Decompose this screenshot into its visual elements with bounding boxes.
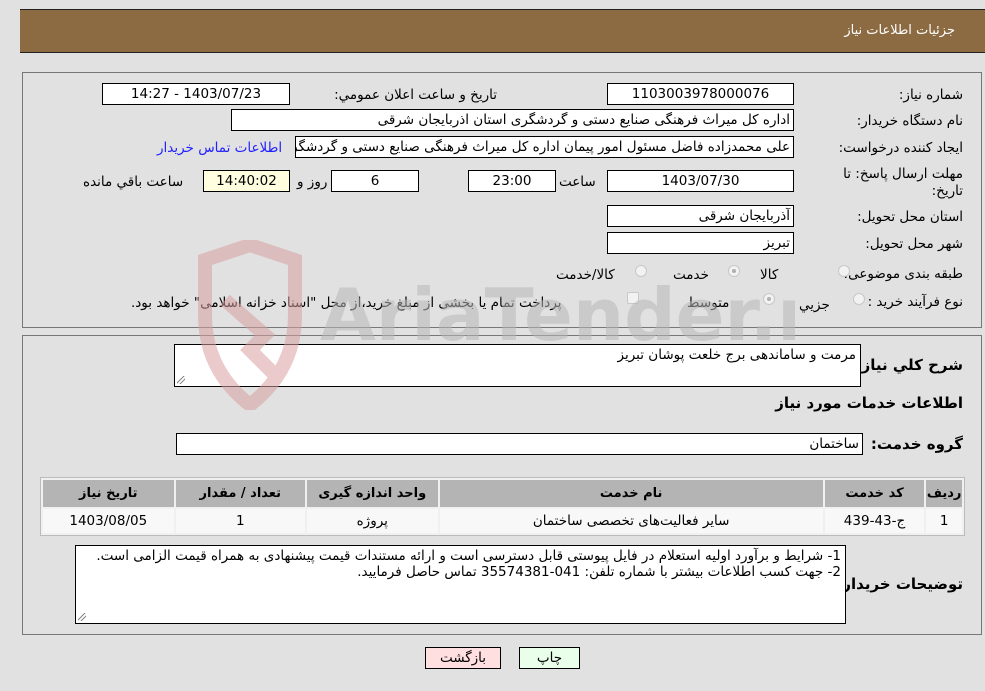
services-heading: اطلاعات خدمات مورد نیاز <box>775 394 963 412</box>
cell-unit: پروژه <box>307 509 438 533</box>
buyer-notes-textarea[interactable]: 1- شرایط و برآورد اولیه استعلام در فایل … <box>75 545 846 624</box>
cell-quantity: 1 <box>175 509 306 533</box>
buyer-notes-line-2: 2- جهت کسب اطلاعات بیشتر با شماره تلفن: … <box>357 564 841 580</box>
buyer-notes-label: توضیحات خریدار: <box>836 575 963 593</box>
days-label: روز و <box>297 174 328 190</box>
col-row-number: ردیف <box>926 480 962 507</box>
deadline-time-field: 23:00 <box>468 170 556 192</box>
cell-row-number: 1 <box>926 509 962 533</box>
description-label: شرح کلي نياز: <box>855 356 963 374</box>
col-need-date: تاریخ نیاز <box>43 480 174 507</box>
remaining-time-label: ساعت باقي مانده <box>83 174 184 190</box>
remaining-time-field: 14:40:02 <box>203 170 290 192</box>
col-unit: واحد اندازه گیری <box>307 480 438 507</box>
days-remaining-field: 6 <box>331 170 419 192</box>
process-radio-medium[interactable] <box>763 293 775 305</box>
resize-grip-icon[interactable] <box>177 376 185 384</box>
buyer-org-label: نام دستگاه خريدار: <box>856 113 963 129</box>
buyer-contact-link[interactable]: اطلاعات تماس خریدار <box>157 140 282 156</box>
buyer-org-field: اداره کل میراث فرهنگی صنایع دستی و گردشگ… <box>231 109 794 131</box>
deadline-label: مهلت ارسال پاسخ: تا تاریخ: <box>843 166 963 199</box>
process-label: نوع فرآیند خرید : <box>867 294 963 310</box>
service-group-label: گروه خدمت: <box>870 435 963 453</box>
city-field: تبریز <box>607 232 794 254</box>
cell-service-code: ج-43-439 <box>824 509 925 533</box>
category-option-service: خدمت <box>673 267 709 283</box>
description-textarea[interactable]: مرمت و ساماندهی برج خلعت پوشان تبریز <box>174 344 861 387</box>
resize-grip-icon[interactable] <box>78 613 86 621</box>
province-label: استان محل تحویل: <box>857 209 963 225</box>
process-option-medium: متوسط <box>687 295 730 311</box>
need-number-field: 1103003978000076 <box>607 83 794 105</box>
cell-need-date: 1403/08/05 <box>43 509 174 533</box>
service-group-field: ساختمان <box>176 433 863 455</box>
category-radio-goods[interactable] <box>838 265 850 277</box>
page-title: جزئیات اطلاعات نیاز <box>844 23 955 38</box>
announce-datetime-field: 1403/07/23 - 14:27 <box>102 83 290 105</box>
table-header-row: ردیف کد خدمت نام خدمت واحد اندازه گیری ت… <box>43 480 962 507</box>
creator-field: علی محمدزاده فاضل مسئول امور پیمان اداره… <box>295 136 794 158</box>
category-option-goods: کالا <box>760 267 779 283</box>
treasury-checkbox[interactable] <box>627 292 639 304</box>
category-radio-goods-service[interactable] <box>635 265 647 277</box>
process-option-minor: جزيي <box>799 297 830 313</box>
col-service-code: کد خدمت <box>824 480 925 507</box>
announce-label: تاریخ و ساعت اعلان عمومي: <box>334 87 497 103</box>
creator-label: ایجاد کننده درخواست: <box>838 140 963 156</box>
services-panel: شرح کلي نياز: مرمت و ساماندهی برج خلعت پ… <box>22 335 982 635</box>
back-button[interactable]: بازگشت <box>425 647 501 669</box>
province-field: آذربایجان شرقی <box>607 205 794 227</box>
col-quantity: تعداد / مقدار <box>175 480 306 507</box>
cell-service-name: سایر فعالیت‌های تخصصی ساختمان <box>439 509 823 533</box>
deadline-date-field: 1403/07/30 <box>607 170 794 192</box>
treasury-checkbox-label: پرداخت تمام یا بخشی از مبلغ خرید،از محل … <box>131 295 562 311</box>
buyer-notes-line-1: 1- شرایط و برآورد اولیه استعلام در فایل … <box>96 548 841 564</box>
print-button[interactable]: چاپ <box>519 647 580 669</box>
category-radio-service[interactable] <box>728 265 740 277</box>
description-text: مرمت و ساماندهی برج خلعت پوشان تبریز <box>617 347 856 363</box>
need-details-panel: شماره نیاز: 1103003978000076 تاریخ و ساع… <box>22 72 982 328</box>
category-option-goods-service: کالا/خدمت <box>556 267 615 283</box>
page-header: جزئیات اطلاعات نیاز <box>20 9 985 53</box>
col-service-name: نام خدمت <box>439 480 823 507</box>
need-number-label: شماره نیاز: <box>898 87 963 103</box>
city-label: شهر محل تحویل: <box>865 236 963 252</box>
category-label: طبقه بندی موضوعی: <box>843 266 963 282</box>
services-table: ردیف کد خدمت نام خدمت واحد اندازه گیری ت… <box>40 477 965 536</box>
deadline-time-label: ساعت <box>559 174 596 190</box>
process-radio-minor[interactable] <box>853 293 865 305</box>
table-row: 1 ج-43-439 سایر فعالیت‌های تخصصی ساختمان… <box>43 509 962 533</box>
